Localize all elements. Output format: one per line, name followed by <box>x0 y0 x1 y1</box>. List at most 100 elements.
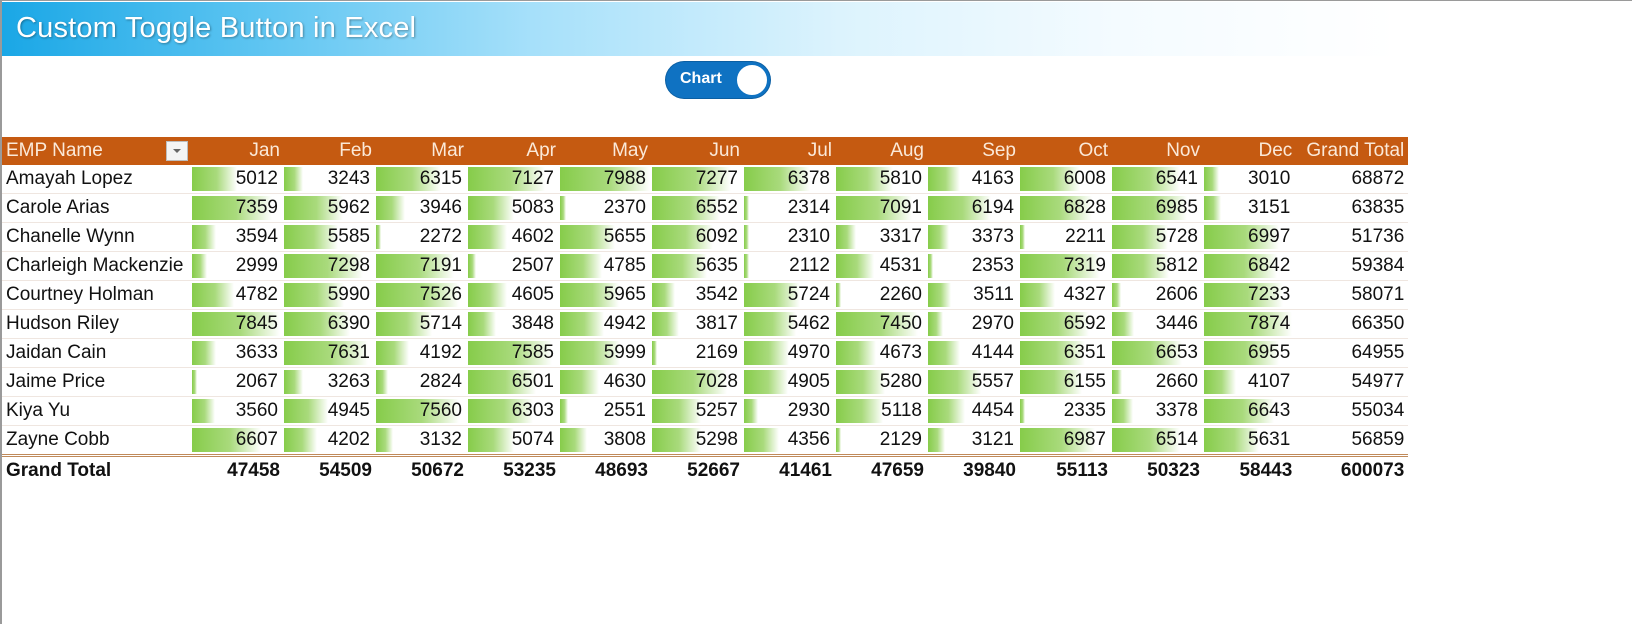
emp-name-cell[interactable]: Amayah Lopez <box>2 165 192 194</box>
value-cell[interactable]: 7631 <box>284 338 376 368</box>
emp-name-cell[interactable]: Charleigh Mackenzie <box>2 251 192 281</box>
value-cell[interactable]: 6303 <box>468 396 560 426</box>
value-cell[interactable]: 4602 <box>468 222 560 252</box>
value-cell[interactable]: 5280 <box>836 367 928 397</box>
value-cell[interactable]: 5257 <box>652 396 744 426</box>
value-cell[interactable]: 6653 <box>1112 338 1204 368</box>
value-cell[interactable]: 3243 <box>284 165 376 194</box>
value-cell[interactable]: 4202 <box>284 425 376 456</box>
value-cell[interactable]: 6378 <box>744 165 836 194</box>
value-cell[interactable]: 7450 <box>836 309 928 339</box>
value-cell[interactable]: 4144 <box>928 338 1020 368</box>
value-cell[interactable]: 5812 <box>1112 251 1204 281</box>
value-cell[interactable]: 5724 <box>744 280 836 310</box>
row-total-cell[interactable]: 56859 <box>1296 425 1409 456</box>
value-cell[interactable]: 7845 <box>192 309 284 339</box>
value-cell[interactable]: 6514 <box>1112 425 1204 456</box>
value-cell[interactable]: 5083 <box>468 193 560 223</box>
value-cell[interactable]: 7560 <box>376 396 468 426</box>
emp-name-cell[interactable]: Jaime Price <box>2 367 192 397</box>
value-cell[interactable]: 3151 <box>1204 193 1297 223</box>
value-cell[interactable]: 3010 <box>1204 165 1297 194</box>
value-cell[interactable]: 5074 <box>468 425 560 456</box>
value-cell[interactable]: 6997 <box>1204 222 1297 252</box>
grand-total-value[interactable]: 54509 <box>284 454 376 485</box>
value-cell[interactable]: 6985 <box>1112 193 1204 223</box>
value-cell[interactable]: 2272 <box>376 222 468 252</box>
value-cell[interactable]: 7874 <box>1204 309 1297 339</box>
grand-total-value[interactable]: 50323 <box>1112 454 1204 485</box>
value-cell[interactable]: 6501 <box>468 367 560 397</box>
grand-total-value[interactable]: 58443 <box>1204 454 1297 485</box>
value-cell[interactable]: 3560 <box>192 396 284 426</box>
grand-total-value[interactable]: 48693 <box>560 454 652 485</box>
emp-name-cell[interactable]: Jaidan Cain <box>2 338 192 368</box>
filter-dropdown-button[interactable] <box>166 141 188 161</box>
value-cell[interactable]: 6955 <box>1204 338 1297 368</box>
grand-total-value[interactable]: 50672 <box>376 454 468 485</box>
row-total-cell[interactable]: 54977 <box>1296 367 1409 397</box>
value-cell[interactable]: 3121 <box>928 425 1020 456</box>
value-cell[interactable]: 2930 <box>744 396 836 426</box>
value-cell[interactable]: 6607 <box>192 425 284 456</box>
value-cell[interactable]: 7298 <box>284 251 376 281</box>
grand-total-value[interactable]: 55113 <box>1020 454 1112 485</box>
value-cell[interactable]: 3594 <box>192 222 284 252</box>
value-cell[interactable]: 2370 <box>560 193 652 223</box>
grand-total-value[interactable]: 53235 <box>468 454 560 485</box>
value-cell[interactable]: 5557 <box>928 367 1020 397</box>
row-total-cell[interactable]: 63835 <box>1296 193 1409 223</box>
emp-name-cell[interactable]: Hudson Riley <box>2 309 192 339</box>
value-cell[interactable]: 2660 <box>1112 367 1204 397</box>
value-cell[interactable]: 2551 <box>560 396 652 426</box>
value-cell[interactable]: 6390 <box>284 309 376 339</box>
value-cell[interactable]: 3263 <box>284 367 376 397</box>
value-cell[interactable]: 3378 <box>1112 396 1204 426</box>
grand-total-value[interactable]: 47659 <box>836 454 928 485</box>
chart-toggle-button[interactable]: Chart <box>666 62 770 98</box>
value-cell[interactable]: 7359 <box>192 193 284 223</box>
value-cell[interactable]: 2507 <box>468 251 560 281</box>
value-cell[interactable]: 2129 <box>836 425 928 456</box>
emp-name-cell[interactable]: Courtney Holman <box>2 280 192 310</box>
value-cell[interactable]: 5118 <box>836 396 928 426</box>
value-cell[interactable]: 2824 <box>376 367 468 397</box>
grand-total-value[interactable]: 52667 <box>652 454 744 485</box>
value-cell[interactable]: 4327 <box>1020 280 1112 310</box>
value-cell[interactable]: 3848 <box>468 309 560 339</box>
value-cell[interactable]: 4630 <box>560 367 652 397</box>
grand-total-value[interactable]: 47458 <box>192 454 284 485</box>
value-cell[interactable]: 2067 <box>192 367 284 397</box>
value-cell[interactable]: 5631 <box>1204 425 1297 456</box>
value-cell[interactable]: 6008 <box>1020 165 1112 194</box>
value-cell[interactable]: 6315 <box>376 165 468 194</box>
value-cell[interactable]: 5728 <box>1112 222 1204 252</box>
value-cell[interactable]: 6842 <box>1204 251 1297 281</box>
value-cell[interactable]: 7988 <box>560 165 652 194</box>
value-cell[interactable]: 2970 <box>928 309 1020 339</box>
value-cell[interactable]: 3542 <box>652 280 744 310</box>
value-cell[interactable]: 2353 <box>928 251 1020 281</box>
value-cell[interactable]: 2112 <box>744 251 836 281</box>
value-cell[interactable]: 2999 <box>192 251 284 281</box>
value-cell[interactable]: 7526 <box>376 280 468 310</box>
value-cell[interactable]: 4970 <box>744 338 836 368</box>
row-total-cell[interactable]: 68872 <box>1296 165 1409 194</box>
value-cell[interactable]: 3446 <box>1112 309 1204 339</box>
row-total-cell[interactable]: 66350 <box>1296 309 1409 339</box>
value-cell[interactable]: 3808 <box>560 425 652 456</box>
row-total-cell[interactable]: 59384 <box>1296 251 1409 281</box>
value-cell[interactable]: 5965 <box>560 280 652 310</box>
grand-total-value[interactable]: 41461 <box>744 454 836 485</box>
value-cell[interactable]: 5462 <box>744 309 836 339</box>
value-cell[interactable]: 5585 <box>284 222 376 252</box>
emp-name-cell[interactable]: Chanelle Wynn <box>2 222 192 252</box>
value-cell[interactable]: 7127 <box>468 165 560 194</box>
value-cell[interactable]: 3633 <box>192 338 284 368</box>
value-cell[interactable]: 6194 <box>928 193 1020 223</box>
value-cell[interactable]: 7233 <box>1204 280 1297 310</box>
value-cell[interactable]: 6092 <box>652 222 744 252</box>
value-cell[interactable]: 5298 <box>652 425 744 456</box>
value-cell[interactable]: 4673 <box>836 338 928 368</box>
value-cell[interactable]: 7277 <box>652 165 744 194</box>
